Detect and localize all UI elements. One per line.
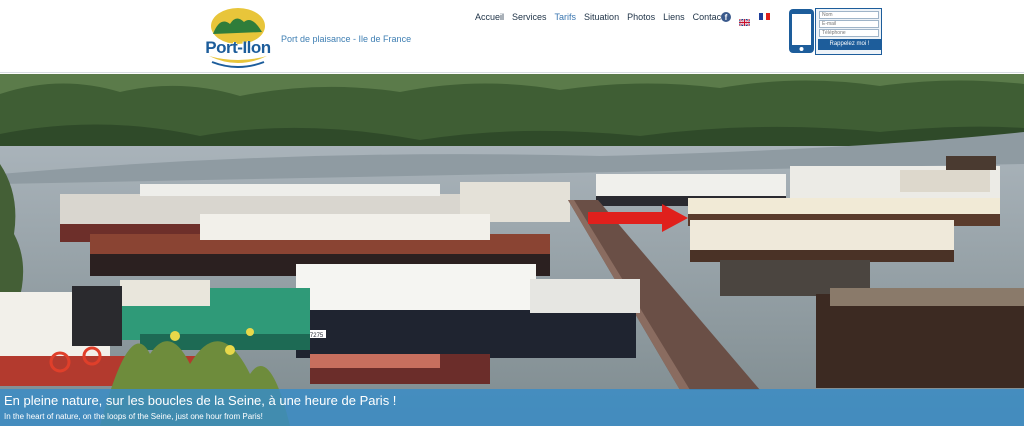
facebook-icon[interactable]: f (721, 12, 731, 22)
smartphone-icon (788, 8, 815, 54)
uk-flag-icon[interactable] (738, 13, 751, 27)
hero-banner: P 17275 En pleine nature, sur les boucle… (0, 74, 1024, 426)
port-ilon-logo[interactable]: Port-Ilon (200, 6, 276, 68)
main-nav: Accueil Services Tarifs Situation Photos… (475, 12, 732, 22)
caption-english: In the heart of nature, on the loops of … (4, 412, 263, 421)
nav-photos[interactable]: Photos (627, 12, 655, 22)
nav-accueil[interactable]: Accueil (475, 12, 504, 22)
caption-french: En pleine nature, sur les boucles de la … (4, 393, 397, 408)
nav-tarifs[interactable]: Tarifs (555, 12, 577, 22)
email-field[interactable] (819, 20, 879, 28)
marina-photo: P 17275 (0, 74, 1024, 426)
nav-contact[interactable]: Contact (693, 12, 724, 22)
logo-graphic (209, 8, 267, 68)
phone-field[interactable] (819, 29, 879, 37)
nav-liens[interactable]: Liens (663, 12, 685, 22)
site-header: Port-Ilon Port de plaisance - Ile de Fra… (0, 0, 1024, 73)
callback-form: Rappelez moi ! (815, 8, 882, 55)
caption-band: En pleine nature, sur les boucles de la … (0, 389, 1024, 426)
french-flag-icon[interactable] (759, 13, 771, 20)
name-field[interactable] (819, 11, 879, 19)
callback-button[interactable]: Rappelez moi ! (818, 39, 881, 50)
logo-text: Port-Ilon (205, 38, 271, 57)
nav-services[interactable]: Services (512, 12, 547, 22)
site-tagline: Port de plaisance - Ile de France (281, 34, 412, 44)
nav-situation[interactable]: Situation (584, 12, 619, 22)
